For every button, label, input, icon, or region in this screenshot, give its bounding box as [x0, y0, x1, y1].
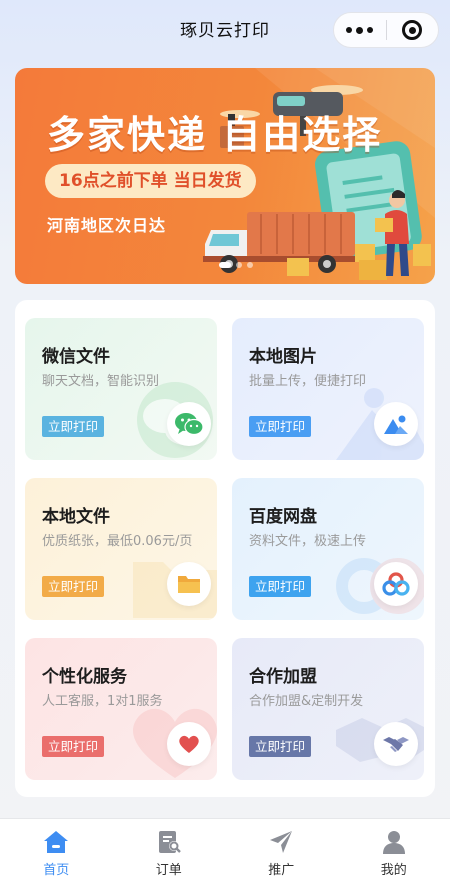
- card-description: 人工客服，1对1服务: [42, 694, 163, 709]
- card-description: 聊天文档，智能识别: [42, 374, 160, 389]
- card-title: 个性化服务: [42, 667, 127, 687]
- order-icon: [158, 831, 181, 853]
- card-title: 合作加盟: [249, 667, 317, 687]
- print-now-button[interactable]: 立即打印: [42, 736, 105, 757]
- card-description: 优质纸张，最低0.06元/页: [42, 534, 193, 549]
- service-grid: 微信文件 聊天文档，智能识别 立即打印 本地图片 批量上传，便捷打印 立即打印: [15, 300, 435, 797]
- card-description: 合作加盟&定制开发: [249, 694, 364, 709]
- print-now-button[interactable]: 立即打印: [249, 576, 312, 597]
- service-card-baidu-netdisk[interactable]: 百度网盘 资料文件，极速上传 立即打印: [232, 478, 424, 620]
- service-card-local-files[interactable]: 本地文件 优质纸张，最低0.06元/页 立即打印: [25, 478, 217, 620]
- mini-program-capsule: [333, 12, 439, 48]
- service-card-local-images[interactable]: 本地图片 批量上传，便捷打印 立即打印: [232, 318, 424, 460]
- tab-label: 订单: [155, 863, 182, 878]
- send-icon: [270, 831, 293, 853]
- carousel-indicator[interactable]: [219, 262, 253, 268]
- baidu-netdisk-icon: [374, 562, 418, 606]
- more-dots-icon: [346, 26, 374, 34]
- handshake-icon: [374, 722, 418, 766]
- tab-orders[interactable]: 订单: [113, 819, 226, 880]
- home-icon: [44, 831, 69, 853]
- service-card-personalized-service[interactable]: 个性化服务 人工客服，1对1服务 立即打印: [25, 638, 217, 780]
- print-now-button[interactable]: 立即打印: [249, 416, 312, 437]
- card-title: 本地文件: [42, 507, 110, 527]
- target-close-icon: [402, 20, 423, 40]
- tab-promote[interactable]: 推广: [225, 819, 338, 880]
- navigation-bar: 琢贝云打印: [0, 0, 450, 58]
- service-card-wechat-files[interactable]: 微信文件 聊天文档，智能识别 立即打印: [25, 318, 217, 460]
- heart-icon: [167, 722, 211, 766]
- tab-label: 我的: [380, 863, 407, 878]
- card-description: 批量上传，便捷打印: [249, 374, 367, 389]
- close-mini-program-button[interactable]: [386, 13, 438, 47]
- card-title: 百度网盘: [249, 507, 317, 527]
- print-now-button[interactable]: 立即打印: [42, 416, 105, 437]
- card-title: 本地图片: [249, 347, 317, 367]
- tab-label: 首页: [43, 863, 70, 878]
- wechat-icon: [167, 402, 211, 446]
- tab-home[interactable]: 首页: [0, 819, 113, 880]
- card-description: 资料文件，极速上传: [249, 534, 367, 549]
- tab-label: 推广: [268, 863, 295, 878]
- user-icon: [382, 831, 405, 854]
- card-title: 微信文件: [42, 347, 110, 367]
- service-card-partnership[interactable]: 合作加盟 合作加盟&定制开发 立即打印: [232, 638, 424, 780]
- print-now-button[interactable]: 立即打印: [42, 576, 105, 597]
- tab-profile[interactable]: 我的: [338, 819, 450, 880]
- print-now-button[interactable]: 立即打印: [249, 736, 312, 757]
- banner-subtitle: 河南地区次日达: [47, 216, 167, 235]
- banner-headline: 多家快递 自由选择: [47, 113, 383, 157]
- image-icon: [374, 402, 418, 446]
- more-menu-button[interactable]: [334, 13, 386, 47]
- promo-banner[interactable]: 多家快递 自由选择 16点之前下单 当日发货 河南地区次日达: [15, 68, 435, 284]
- folder-icon: [167, 562, 211, 606]
- banner-promo-pill: 16点之前下单 当日发货: [45, 164, 256, 198]
- bottom-tab-bar: 首页 订单 推广 我的: [0, 818, 450, 880]
